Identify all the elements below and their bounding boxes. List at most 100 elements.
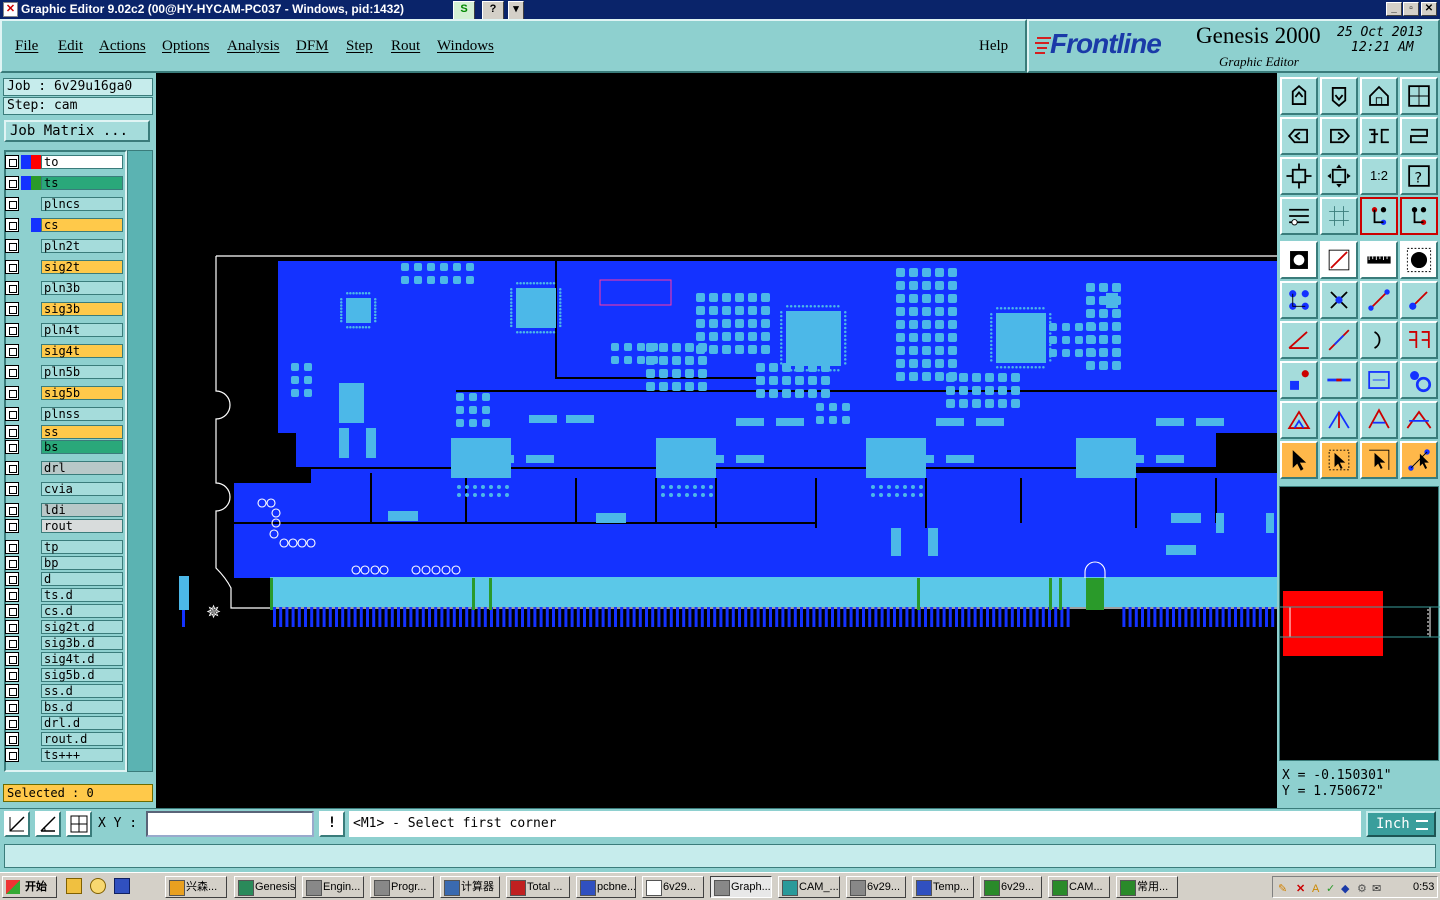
pcb-canvas[interactable]: ✵ [156, 73, 1277, 808]
add-line-icon[interactable] [1360, 281, 1398, 319]
layer-checkbox[interactable] [5, 218, 19, 232]
quicklaunch-folder-icon[interactable] [66, 878, 82, 894]
layer-row-bs[interactable]: bs [5, 440, 125, 455]
layer-checkbox[interactable] [5, 668, 19, 682]
layer-checkbox[interactable] [5, 636, 19, 650]
layer-row-to[interactable]: to [5, 155, 125, 170]
menu-file[interactable]: File [15, 38, 38, 55]
layer-checkbox[interactable] [5, 281, 19, 295]
layer-row-cvia[interactable]: cvia [5, 482, 125, 497]
tray-pen-icon[interactable]: ✎ [1278, 879, 1287, 899]
delete-node-icon[interactable] [1320, 281, 1358, 319]
select-box-pointer-icon[interactable] [1320, 441, 1358, 479]
layer-checkbox[interactable] [5, 588, 19, 602]
menu-help[interactable]: Help [979, 38, 1008, 55]
unit-selector[interactable]: Inch [1366, 811, 1436, 837]
help-icon[interactable]: ? [1400, 157, 1438, 195]
layer-checkbox[interactable] [5, 386, 19, 400]
snap-settings-icon[interactable] [1280, 197, 1318, 235]
layer-checkbox[interactable] [5, 344, 19, 358]
start-button[interactable]: 开始 [2, 876, 57, 898]
layer-checkbox[interactable] [5, 556, 19, 570]
job-matrix-button[interactable]: Job Matrix ... [4, 120, 150, 142]
taskbar-item[interactable]: pcbne... [576, 876, 636, 898]
layer-row-plnss[interactable]: plnss [5, 407, 125, 422]
triangle-line-icon[interactable] [1320, 401, 1358, 439]
tent-wide-icon[interactable] [1400, 401, 1438, 439]
quicklaunch-clock-icon[interactable] [90, 878, 106, 894]
tray-a-icon[interactable]: A [1312, 879, 1319, 899]
pan-right-icon[interactable] [1320, 117, 1358, 155]
menu-analysis[interactable]: Analysis [227, 38, 280, 55]
feature-select-icon[interactable] [1280, 361, 1318, 399]
layer-checkbox[interactable] [5, 700, 19, 714]
fill-icon[interactable] [1280, 241, 1318, 279]
layer-checkbox[interactable] [5, 407, 19, 421]
tray-x-icon[interactable]: ✕ [1296, 879, 1305, 899]
select-pointer-icon[interactable] [1280, 441, 1318, 479]
layer-row-bs-d[interactable]: bs.d [5, 700, 125, 715]
taskbar-item[interactable]: Genesis [234, 876, 296, 898]
taskbar-item[interactable]: 计算器 [440, 876, 500, 898]
layer-checkbox[interactable] [5, 440, 19, 454]
outline-icon[interactable] [1320, 241, 1358, 279]
layer-row-sig3b[interactable]: sig3b [5, 302, 125, 317]
netlist-icon[interactable] [1360, 197, 1398, 235]
pad-shape-icon[interactable] [1400, 241, 1438, 279]
layer-row-ts[interactable]: ts [5, 176, 125, 191]
taskbar-item[interactable]: 6v29... [642, 876, 704, 898]
pan-up-icon[interactable] [1280, 77, 1318, 115]
slope-icon[interactable] [1320, 321, 1358, 359]
layer-checkbox[interactable] [5, 302, 19, 316]
taskbar-item[interactable]: Total ... [506, 876, 570, 898]
taskbar-item[interactable]: Progr... [370, 876, 434, 898]
layer-row-rout[interactable]: rout [5, 519, 125, 534]
taskbar-item[interactable]: 常用... [1116, 876, 1178, 898]
layer-row-d[interactable]: d [5, 572, 125, 587]
layer-checkbox[interactable] [5, 365, 19, 379]
layer-row-cs-d[interactable]: cs.d [5, 604, 125, 619]
tent-icon[interactable] [1360, 401, 1398, 439]
zoom-out-icon[interactable] [1320, 157, 1358, 195]
layer-checkbox[interactable] [5, 716, 19, 730]
layer-row-sig5b[interactable]: sig5b [5, 386, 125, 401]
tray-check-icon[interactable]: ✓ [1326, 879, 1335, 899]
taskbar-item[interactable]: Graph... [710, 876, 772, 898]
layer-row-cs[interactable]: cs [5, 218, 125, 233]
layer-row-pln5b[interactable]: pln5b [5, 365, 125, 380]
menu-actions[interactable]: Actions [99, 38, 146, 55]
arc-icon[interactable] [1360, 321, 1398, 359]
zoom-redraw-icon[interactable] [1400, 117, 1438, 155]
taskbar-item[interactable]: Temp... [912, 876, 974, 898]
cut-line-icon[interactable] [1320, 361, 1358, 399]
layer-row-plncs[interactable]: plncs [5, 197, 125, 212]
layer-checkbox[interactable] [5, 572, 19, 586]
netlist-compare-icon[interactable] [1400, 197, 1438, 235]
layer-checkbox[interactable] [5, 540, 19, 554]
menu-rout[interactable]: Rout [391, 38, 420, 55]
mirror-icon[interactable] [1400, 321, 1438, 359]
layer-checkbox[interactable] [5, 155, 19, 169]
taskbar-item[interactable]: CAM_... [778, 876, 840, 898]
zoom-1-1-icon[interactable]: 1:2 [1360, 157, 1398, 195]
layer-row-ss-d[interactable]: ss.d [5, 684, 125, 699]
layer-row-sig2t-d[interactable]: sig2t.d [5, 620, 125, 635]
zoom-in-icon[interactable] [1280, 157, 1318, 195]
layer-checkbox[interactable] [5, 176, 19, 190]
grid-icon[interactable] [1320, 197, 1358, 235]
menu-dfm[interactable]: DFM [296, 38, 329, 55]
layer-checkbox[interactable] [5, 503, 19, 517]
taskbar-item[interactable]: 6v29... [980, 876, 1042, 898]
minimize-icon[interactable]: _ [1386, 2, 1402, 16]
info-button[interactable]: ! [319, 811, 345, 837]
pan-down-icon[interactable] [1320, 77, 1358, 115]
layer-checkbox[interactable] [5, 652, 19, 666]
snap-corner-icon[interactable] [4, 811, 30, 837]
triangle-icon[interactable] [1280, 401, 1318, 439]
layer-checkbox[interactable] [5, 197, 19, 211]
help-toolbar-button[interactable]: ? [482, 1, 504, 20]
layer-checkbox[interactable] [5, 748, 19, 762]
layer-row-sig5b-d[interactable]: sig5b.d [5, 668, 125, 683]
layer-checkbox[interactable] [5, 461, 19, 475]
layer-checkbox[interactable] [5, 604, 19, 618]
